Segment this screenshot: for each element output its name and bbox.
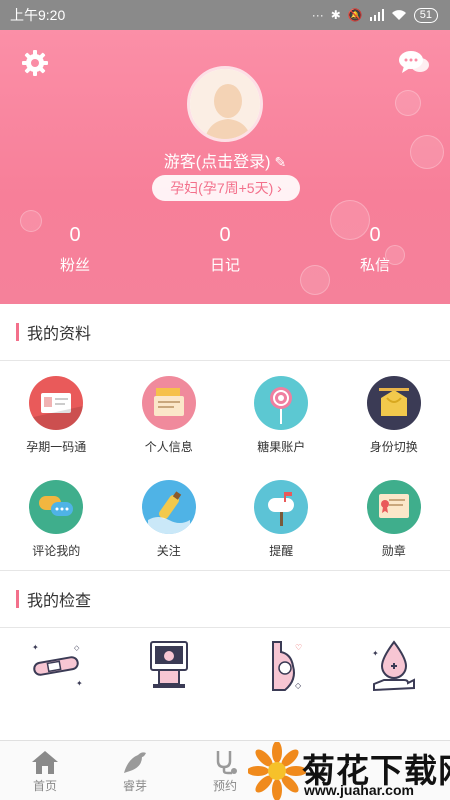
grid-item-reminders[interactable]: 提醒 (225, 480, 338, 559)
grid-item-following[interactable]: 关注 (113, 480, 226, 559)
section-accent-bar (16, 590, 19, 608)
exams-grid-row: ✦ ✦ ◇ ♡ ◇ ✦ (0, 636, 450, 696)
section-title: 我的资料 (27, 326, 92, 343)
stat-value: 0 (369, 224, 381, 246)
nav-home[interactable]: 首页 (0, 741, 90, 800)
grid-label: 勋章 (381, 544, 406, 558)
bottle-icon (141, 480, 196, 534)
grid-item-candy-account[interactable]: 糖果账户 (225, 376, 338, 455)
stat-label: 粉丝 (59, 257, 90, 274)
svg-text:◇: ◇ (74, 645, 80, 652)
grid-label: 评论我的 (32, 544, 81, 558)
messages-chat-icon[interactable] (398, 48, 430, 78)
blood-drop-hand-icon: ✦ (372, 640, 415, 692)
signal-icon (369, 9, 384, 21)
site-watermark: 菊花下载网 www.juahar.com (248, 742, 450, 800)
mailbox-icon (254, 480, 309, 534)
exam-item-pregnant-belly[interactable]: ♡ ◇ (225, 636, 338, 696)
mute-icon: 🔕 (347, 8, 363, 22)
wifi-icon (391, 10, 406, 20)
ultrasound-icon (149, 641, 188, 688)
profile-header: 游客(点击登录) ✎ 孕妇(孕7周+5天) › 0 粉丝 0 日记 0 私信 (0, 30, 450, 304)
divider (0, 360, 450, 361)
grid-item-pregnancy-code[interactable]: 孕期一码通 (0, 376, 113, 455)
stat-value: 0 (219, 224, 231, 246)
home-icon (32, 751, 58, 774)
stat-label: 日记 (209, 257, 240, 274)
stat-label: 私信 (359, 257, 390, 274)
exam-item-pregnancy-test[interactable]: ✦ ✦ ◇ (0, 636, 113, 696)
switch-identity-icon (366, 376, 421, 430)
svg-text:♡: ♡ (295, 643, 302, 652)
battery-icon: 51 (413, 7, 438, 23)
nav-label: 首页 (32, 779, 57, 793)
default-avatar-icon (190, 69, 260, 139)
comment-icon (29, 480, 84, 534)
section-accent-bar (16, 323, 19, 341)
nav-ruiya[interactable]: 睿芽 (90, 741, 180, 800)
status-time: 上午9:20 (10, 7, 66, 23)
svg-text:✦: ✦ (76, 679, 83, 688)
svg-text:✦: ✦ (32, 643, 39, 652)
id-card-icon (29, 376, 84, 430)
exam-item-ultrasound[interactable] (113, 636, 226, 696)
avatar[interactable] (187, 66, 263, 142)
chrysanthemum-logo-icon (248, 742, 306, 800)
stat-fans[interactable]: 0 粉丝 (0, 224, 150, 275)
profile-grid-row-2: 评论我的 关注 提醒 勋章 (0, 480, 450, 559)
section-my-profile: 我的资料 (0, 304, 450, 360)
decor-bubble (395, 90, 421, 116)
grid-label: 身份切换 (369, 440, 418, 454)
edit-pencil-icon: ✎ (274, 154, 287, 170)
grid-label: 糖果账户 (257, 440, 306, 454)
nav-label: 预约 (212, 779, 237, 793)
exam-item-blood-test[interactable]: ✦ (338, 636, 450, 696)
grid-item-personal-info[interactable]: 个人信息 (113, 376, 226, 455)
profile-grid-row-1: 孕期一码通 个人信息 糖果账户 身份切换 (0, 376, 450, 455)
stat-value: 0 (69, 224, 81, 246)
notification-dots: ··· (311, 8, 324, 22)
grid-item-switch-identity[interactable]: 身份切换 (338, 376, 450, 455)
pregnancy-test-icon: ✦ ✦ ◇ (32, 643, 83, 688)
divider (0, 627, 450, 628)
grid-label: 个人信息 (144, 440, 193, 454)
username-text: 游客(点击登录) (163, 154, 271, 171)
certificate-icon (366, 480, 421, 534)
section-my-exams: 我的检查 (0, 571, 450, 627)
grid-item-medals[interactable]: 勋章 (338, 480, 450, 559)
grid-item-comments-on-me[interactable]: 评论我的 (0, 480, 113, 559)
bluetooth-icon: ✱ (330, 8, 341, 22)
grid-label: 提醒 (269, 544, 294, 558)
pregnancy-status-badge[interactable]: 孕妇(孕7周+5天) › (152, 175, 300, 201)
watermark-url: www.juahar.com (304, 782, 414, 798)
stethoscope-icon (216, 751, 237, 775)
grid-label: 孕期一码通 (26, 440, 87, 454)
username-login[interactable]: 游客(点击登录) ✎ (0, 148, 450, 172)
section-title: 我的检查 (27, 593, 92, 610)
stat-messages[interactable]: 0 私信 (300, 224, 450, 275)
status-icons: ··· ✱ 🔕 51 (311, 7, 438, 23)
profile-folder-icon (141, 376, 196, 430)
bird-icon (124, 752, 146, 773)
settings-gear-icon[interactable] (20, 48, 50, 78)
grid-label: 关注 (156, 544, 181, 558)
pregnant-belly-icon: ♡◇ (272, 641, 302, 691)
nav-label: 睿芽 (122, 779, 147, 793)
stat-diary[interactable]: 0 日记 (150, 224, 300, 275)
profile-stats: 0 粉丝 0 日记 0 私信 (0, 224, 450, 275)
lollipop-icon (254, 376, 309, 430)
svg-text:◇: ◇ (295, 681, 302, 690)
svg-text:✦: ✦ (372, 649, 379, 658)
status-bar: 上午9:20 ··· ✱ 🔕 51 (0, 0, 450, 30)
